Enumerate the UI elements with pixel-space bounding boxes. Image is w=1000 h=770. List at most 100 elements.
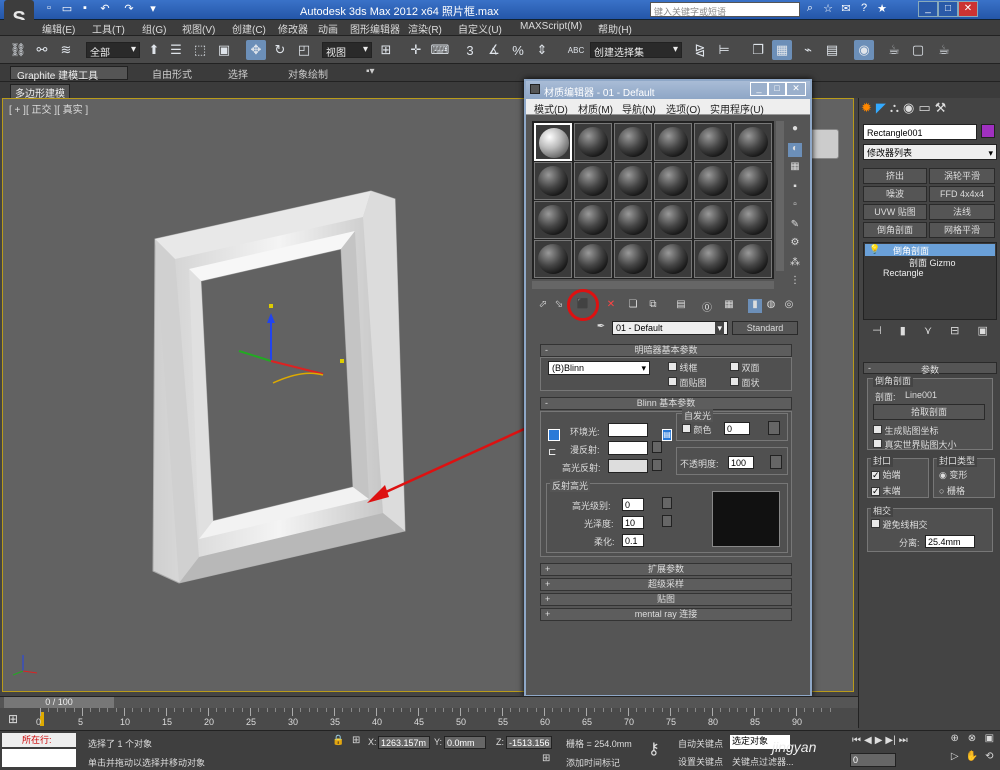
ref-coord-dropdown[interactable]: 视图 ▾ (322, 42, 372, 59)
material-slot[interactable] (654, 201, 692, 239)
go-forward-icon[interactable]: ◎ (782, 299, 796, 313)
viewcube-icon[interactable] (809, 129, 839, 159)
real-world-map-checkbox[interactable]: 真实世界贴图大小 (873, 438, 957, 451)
rollout-extended[interactable]: + 扩展参数 (540, 563, 792, 576)
select-by-name-icon[interactable]: ☰ (166, 40, 186, 60)
ribbon-options-icon[interactable]: ▪▾ (360, 66, 381, 80)
bulb-icon[interactable]: 💡 (869, 244, 880, 255)
video-check-icon[interactable]: ▫ (788, 199, 802, 213)
zoom-all-icon[interactable]: ⊗ (963, 733, 980, 751)
new-icon[interactable]: ▫ (40, 2, 58, 17)
save-icon[interactable]: ▪ (76, 2, 94, 17)
cap-end-checkbox[interactable]: ✓ 末端 (871, 484, 901, 497)
self-illum-spinner[interactable]: 0 (724, 422, 750, 435)
material-slot[interactable] (574, 162, 612, 200)
go-end-icon[interactable]: ⏭ (899, 735, 908, 749)
separation-spinner[interactable]: 25.4mm (925, 535, 975, 548)
mod-bevel-profile-button[interactable]: 倒角剖面 (863, 222, 927, 238)
self-illum-color-checkbox[interactable]: 颜色 (682, 423, 712, 436)
backlight-icon[interactable]: ◐ (788, 143, 802, 157)
material-slot[interactable] (614, 201, 652, 239)
z-coord-field[interactable]: -1513.156 (506, 736, 552, 749)
selection-filter-dropdown[interactable]: 全部 ▾ (86, 42, 140, 59)
render-production-icon[interactable]: ☕ (934, 40, 954, 60)
slots-v-scrollbar[interactable] (776, 121, 784, 271)
mod-noise-button[interactable]: 噪波 (863, 186, 927, 202)
mat-menu-navigation[interactable]: 导航(N) (622, 101, 656, 116)
rendered-frame-icon[interactable]: ▢ (908, 40, 928, 60)
spec-level-map-button[interactable] (662, 497, 672, 509)
mirror-icon[interactable]: ⧎ (690, 40, 710, 60)
menu-help[interactable]: 帮助(H) (598, 21, 632, 36)
opacity-map-button[interactable] (770, 455, 782, 469)
display-tab-icon[interactable]: ▭ (918, 100, 930, 118)
modifier-list-dropdown[interactable]: 修改器列表 ▾ (863, 144, 997, 160)
pivot-center-icon[interactable]: ⊞ (376, 40, 396, 60)
mod-normal-button[interactable]: 法线 (929, 204, 995, 220)
material-slot[interactable] (614, 123, 652, 161)
curve-editor-icon[interactable]: ⌁ (798, 40, 818, 60)
mat-close-button[interactable]: ✕ (786, 82, 806, 96)
rollout-blinn-basic[interactable]: - Blinn 基本参数 (540, 397, 792, 410)
stack-item-rectangle[interactable]: Rectangle (865, 268, 995, 280)
gloss-map-button[interactable] (662, 515, 672, 527)
tab-freeform[interactable]: 自由形式 (146, 66, 198, 81)
ambient-swatch[interactable] (608, 423, 648, 437)
go-start-icon[interactable]: ⏮ (852, 735, 861, 749)
auto-key-button[interactable]: 自动关键点 (678, 737, 723, 750)
pin-stack-icon[interactable]: ⊣ (872, 324, 882, 342)
redo-icon[interactable]: ↷ (120, 2, 138, 17)
track-bar-icon[interactable]: ⊞ (8, 712, 18, 726)
morph-radio[interactable]: ◉ 变形 (939, 468, 967, 481)
rollout-shader-basic[interactable]: - 明暗器基本参数 (540, 344, 792, 357)
shader-dropdown[interactable]: (B)Blinn ▾ (548, 361, 650, 375)
motion-tab-icon[interactable]: ◉ (903, 100, 914, 118)
link-icon[interactable]: ⛓ (8, 40, 28, 60)
rect-selection-icon[interactable]: ⬚ (190, 40, 210, 60)
mat-menu-utilities[interactable]: 实用程序(U) (710, 101, 764, 116)
lock-ambient-icon[interactable] (548, 429, 560, 441)
material-slot[interactable] (734, 162, 772, 200)
pick-profile-button[interactable]: 拾取剖面 (873, 404, 985, 420)
mod-extrude-button[interactable]: 挤出 (863, 168, 927, 184)
stack-item-bevel-profile[interactable]: 倒角剖面 (865, 244, 995, 256)
material-name-field[interactable]: 01 - Default ▾ (612, 321, 728, 335)
eyedropper-icon[interactable]: ✒ (594, 321, 608, 335)
show-end-result-icon[interactable]: ▮ (748, 299, 762, 313)
search-input[interactable]: 键入关键字或短语 (650, 2, 800, 17)
cap-start-checkbox[interactable]: ✓ 始端 (871, 468, 901, 481)
menu-animation[interactable]: 动画 (318, 21, 338, 36)
close-button[interactable]: ✕ (958, 1, 978, 17)
make-unique-icon[interactable]: ⧉ (646, 299, 660, 313)
layer-manager-icon[interactable]: ❐ (748, 40, 768, 60)
time-tag-icon[interactable]: ⊞ (542, 753, 550, 764)
menu-create[interactable]: 创建(C) (232, 21, 266, 36)
play-icon[interactable]: ▶ (875, 735, 883, 749)
faceted-checkbox[interactable]: 面状 (730, 376, 760, 389)
zoom-icon[interactable]: ⊕ (946, 733, 963, 751)
material-slot[interactable] (574, 240, 612, 278)
dropdown-icon[interactable]: ▾ (144, 2, 162, 17)
opacity-spinner[interactable]: 100 (728, 456, 754, 469)
object-color-swatch[interactable] (981, 124, 995, 138)
select-scale-icon[interactable]: ◰ (294, 40, 314, 60)
material-slot[interactable] (534, 240, 572, 278)
gen-map-coords-checkbox[interactable]: 生成贴图坐标 (873, 424, 939, 437)
material-slot[interactable] (694, 123, 732, 161)
face-map-checkbox[interactable]: 面贴图 (668, 376, 707, 389)
hierarchy-tab-icon[interactable]: ⛬ (890, 100, 899, 118)
two-sided-checkbox[interactable]: 双面 (730, 361, 760, 374)
specular-swatch[interactable] (608, 459, 648, 473)
diffuse-swatch[interactable] (608, 441, 648, 455)
timeline-ruler[interactable]: ⊞ 0 5 10 15 20 25 30 35 40 45 50 55 60 65 70 75 80 85 90 (0, 708, 858, 730)
menu-rendering[interactable]: 渲染(R) (408, 21, 442, 36)
create-tab-icon[interactable]: ✹ (861, 100, 872, 118)
material-slot[interactable] (654, 123, 692, 161)
next-frame-icon[interactable]: ▶| (885, 735, 895, 749)
graphite-toggle-icon[interactable]: ▦ (772, 40, 792, 60)
slots-h-scrollbar[interactable] (532, 281, 774, 289)
current-frame-field[interactable]: 0 (850, 753, 896, 767)
stack-item-profile-gizmo[interactable]: 剖面 Gizmo (865, 256, 995, 268)
render-setup-icon[interactable]: ☕ (884, 40, 904, 60)
rollout-maps[interactable]: + 贴图 (540, 593, 792, 606)
